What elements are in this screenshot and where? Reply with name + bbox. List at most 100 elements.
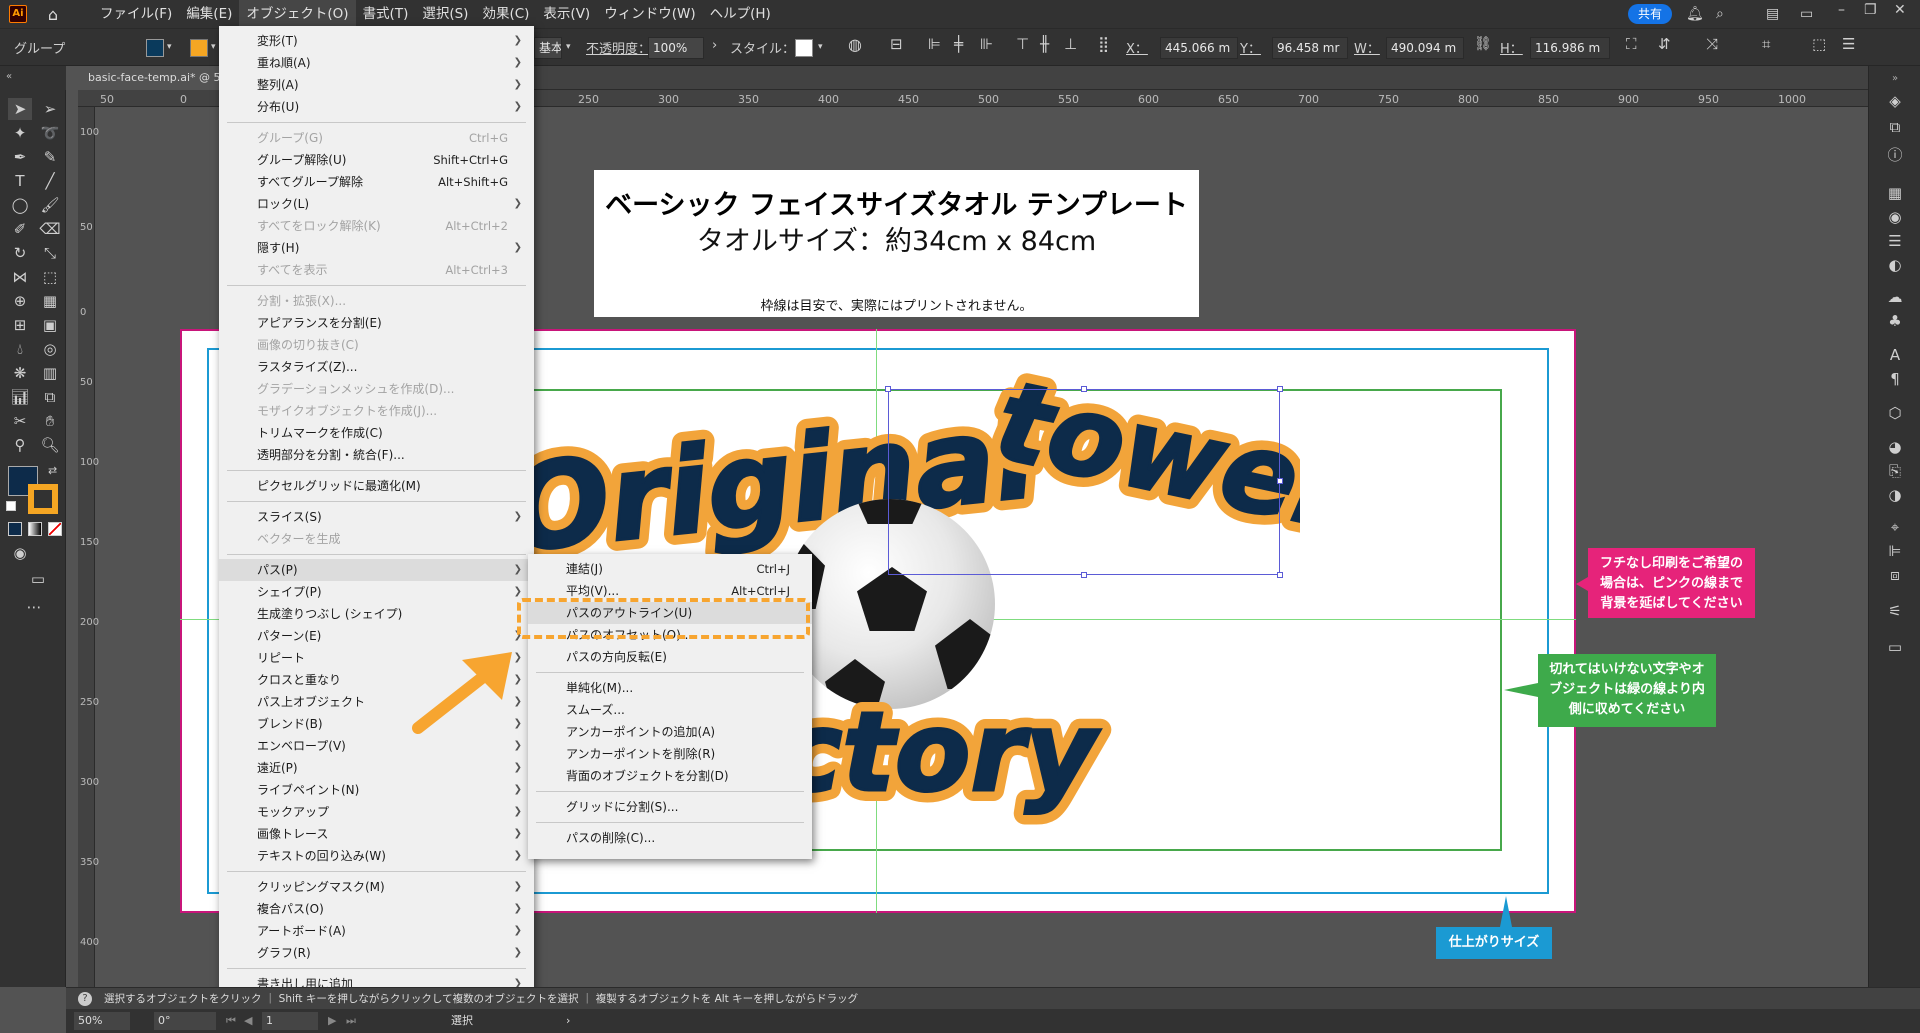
object-menu-item[interactable]: グラフ(R) ❯: [219, 942, 534, 964]
object-menu-item[interactable]: ピクセルグリッドに最適化(M): [219, 475, 534, 497]
3d-icon[interactable]: ⬡: [1883, 402, 1907, 424]
menu-window[interactable]: ウィンドウ(W): [597, 0, 702, 28]
brushes-icon[interactable]: ☁︎: [1883, 286, 1907, 308]
restore-icon[interactable]: ❐: [1864, 0, 1877, 24]
transform-icon[interactable]: ⛶: [1626, 35, 1637, 53]
eraser-icon[interactable]: ⌫: [38, 218, 62, 240]
graphic-styles-icon[interactable]: ⎘: [1883, 460, 1907, 482]
chevron-down-icon[interactable]: ▾: [211, 42, 216, 52]
path-submenu-item[interactable]: 単純化(M)...: [528, 677, 812, 699]
opacity-input[interactable]: 100%: [648, 37, 704, 59]
navigator-icon[interactable]: ▭: [1883, 636, 1907, 658]
w-label[interactable]: W：: [1354, 38, 1380, 57]
direct-selection-tool-icon[interactable]: ➢: [38, 98, 62, 120]
path-submenu-item[interactable]: パスの方向反転(E): [528, 646, 812, 668]
object-menu-item[interactable]: 分布(U) ❯: [219, 96, 534, 118]
status-menu-icon[interactable]: ›: [566, 1009, 570, 1033]
column-graph-icon[interactable]: ▥: [38, 362, 62, 384]
arrange-icon[interactable]: ⬚: [1812, 35, 1826, 53]
artboards-icon[interactable]: ⧉: [1883, 116, 1907, 138]
object-menu-item[interactable]: 整列(A) ❯: [219, 74, 534, 96]
h-input[interactable]: 116.986 m: [1530, 37, 1610, 59]
rotate-tool-icon[interactable]: ↻: [8, 242, 32, 264]
zoom-select[interactable]: 50%: [74, 1012, 130, 1030]
chevron-right-icon[interactable]: ›: [712, 38, 717, 53]
stroke-color-swatch[interactable]: [28, 484, 58, 514]
symbols-icon[interactable]: ♣: [1883, 310, 1907, 332]
swatches-icon[interactable]: ▦: [1883, 182, 1907, 204]
menu-view[interactable]: 表示(V): [536, 0, 597, 28]
menu-file[interactable]: ファイル(F): [93, 0, 179, 28]
object-menu-item[interactable]: テキストの回り込み(W) ❯: [219, 845, 534, 867]
chevron-down-icon[interactable]: ▾: [818, 42, 823, 52]
selection-tool-icon[interactable]: ➤: [8, 98, 32, 120]
w-input[interactable]: 490.094 m: [1386, 37, 1464, 59]
object-menu-item[interactable]: 重ね順(A) ❯: [219, 52, 534, 74]
workspace-icon[interactable]: ▤: [1766, 0, 1779, 28]
home-icon[interactable]: ⌂: [43, 5, 63, 24]
object-menu-item[interactable]: パス(P) ❯: [219, 559, 534, 581]
screen-mode-icon[interactable]: ▭: [26, 568, 50, 590]
eyedropper-icon[interactable]: 💧︎: [8, 338, 32, 360]
object-menu-item[interactable]: ロック(L) ❯: [219, 193, 534, 215]
dock-collapse-icon[interactable]: »: [1883, 68, 1907, 90]
image-trace-icon[interactable]: ⚟: [1883, 600, 1907, 622]
pathfinder-icon[interactable]: ⧈: [1883, 564, 1907, 586]
stroke-icon[interactable]: ☰: [1883, 230, 1907, 252]
menu-type[interactable]: 書式(T): [356, 0, 416, 28]
path-submenu-item[interactable]: アンカーポイントを削除(R): [528, 743, 812, 765]
object-menu-item[interactable]: アートボード(A) ❯: [219, 920, 534, 942]
template-title-box[interactable]: ベーシック フェイスサイズタオル テンプレート タオルサイズ：約34cm x 8…: [594, 170, 1199, 317]
gradient-tool-icon[interactable]: ▣: [38, 314, 62, 336]
object-menu-item[interactable]: スライス(S) ❯: [219, 506, 534, 528]
rotation-select[interactable]: 0°: [154, 1012, 216, 1030]
object-menu-item[interactable]: ライブペイント(N) ❯: [219, 779, 534, 801]
properties-icon[interactable]: ⓘ: [1883, 144, 1907, 166]
align-right-icon[interactable]: ⊪: [980, 35, 993, 53]
color-icon[interactable]: ◉: [1883, 206, 1907, 228]
blend-tool-icon[interactable]: ◎: [38, 338, 62, 360]
object-menu-item[interactable]: ラスタライズ(Z)...: [219, 356, 534, 378]
align-to-icon[interactable]: ⊟: [890, 35, 903, 53]
first-artboard-icon[interactable]: ⏮: [226, 1009, 236, 1033]
draw-mode-icon[interactable]: ◉: [8, 542, 32, 564]
prev-artboard-icon[interactable]: ◀: [244, 1009, 252, 1033]
object-menu-item[interactable]: 画像トレース ❯: [219, 823, 534, 845]
minimize-icon[interactable]: –: [1838, 0, 1845, 24]
opacity-label[interactable]: 不透明度：: [586, 38, 651, 57]
default-colors-icon[interactable]: [6, 501, 16, 511]
more-tools-icon[interactable]: ⋯: [22, 596, 46, 618]
bell-icon[interactable]: 🔔︎: [1686, 0, 1704, 28]
object-menu-item[interactable]: 変形(T) ❯: [219, 30, 534, 52]
align-panel-icon[interactable]: ⊫: [1883, 540, 1907, 562]
align-bottom-icon[interactable]: ⊥: [1064, 35, 1077, 53]
menu-select[interactable]: 選択(S): [415, 0, 475, 28]
perspective-grid-icon[interactable]: ▦: [38, 290, 62, 312]
x-input[interactable]: 445.066 m: [1160, 37, 1238, 59]
width-tool-icon[interactable]: ⋈: [8, 266, 32, 288]
menu-effect[interactable]: 効果(C): [475, 0, 536, 28]
path-submenu-item[interactable]: 連結(J) Ctrl+J: [528, 558, 812, 580]
none-mode-icon[interactable]: [48, 522, 62, 536]
slice-tool-icon[interactable]: ✂: [8, 410, 32, 432]
next-artboard-icon[interactable]: ▶: [328, 1009, 336, 1033]
menu-help[interactable]: ヘルプ(H): [703, 0, 778, 28]
hand-tool-icon[interactable]: ✋︎: [38, 410, 62, 432]
path-submenu-item[interactable]: スムーズ...: [528, 699, 812, 721]
artboard-tool-icon[interactable]: ⧉: [38, 386, 62, 408]
warp-icon[interactable]: ⤨: [1706, 35, 1718, 53]
object-menu-item[interactable]: 透明部分を分割・統合(F)...: [219, 444, 534, 466]
object-menu-item[interactable]: トリムマークを作成(C): [219, 422, 534, 444]
swap-colors-icon[interactable]: ⇄: [48, 464, 57, 477]
shaper-tool-icon[interactable]: ✐: [8, 218, 32, 240]
fill-swatch[interactable]: [146, 39, 164, 57]
chevron-down-icon[interactable]: ▾: [167, 42, 172, 52]
ellipse-tool-icon[interactable]: ◯: [8, 194, 32, 216]
path-submenu-item[interactable]: 背面のオブジェクトを分割(D): [528, 765, 812, 787]
x-label[interactable]: X：: [1126, 38, 1148, 57]
curvature-tool-icon[interactable]: ✎: [38, 146, 62, 168]
align-top-icon[interactable]: ⊤: [1016, 35, 1029, 53]
object-menu-item[interactable]: 複合パス(O) ❯: [219, 898, 534, 920]
paintbrush-icon[interactable]: 🖌︎: [38, 194, 62, 216]
symbol-sprayer-icon[interactable]: ❋: [8, 362, 32, 384]
